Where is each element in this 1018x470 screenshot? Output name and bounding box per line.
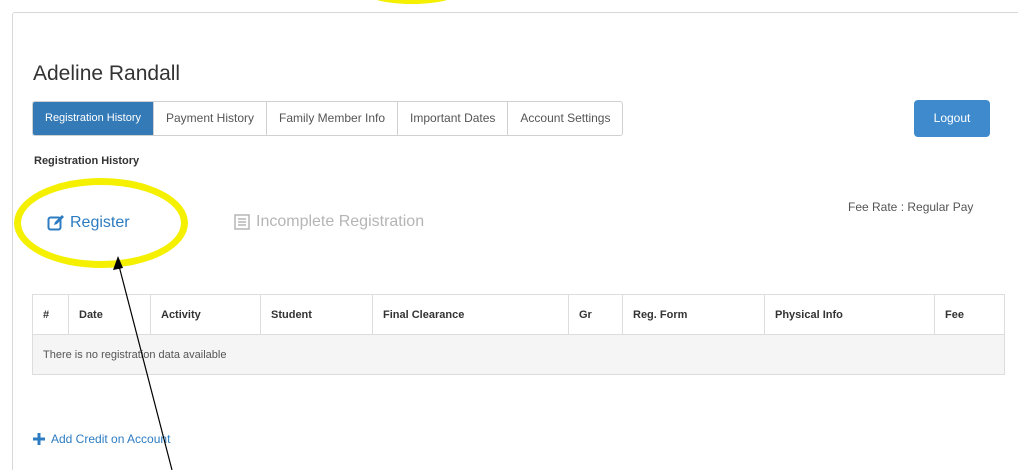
incomplete-registration-label: Incomplete Registration xyxy=(256,213,425,230)
col-number: # xyxy=(32,294,69,335)
col-final-clearance: Final Clearance xyxy=(372,294,569,335)
logout-button[interactable]: Logout xyxy=(914,100,990,137)
col-student: Student xyxy=(260,294,373,335)
table-row: There is no registration data available xyxy=(32,334,1005,375)
section-title: Registration History xyxy=(34,155,140,167)
add-credit-link[interactable]: Add Credit on Account xyxy=(33,432,170,446)
tab-account-settings[interactable]: Account Settings xyxy=(508,102,622,135)
tab-payment-history[interactable]: Payment History xyxy=(154,102,268,135)
col-activity: Activity xyxy=(150,294,261,335)
plus-icon xyxy=(33,433,45,445)
registration-table: # Date Activity Student Final Clearance … xyxy=(32,294,1005,375)
register-label: Register xyxy=(70,214,130,231)
col-fee: Fee xyxy=(934,294,1005,335)
tab-registration-history[interactable]: Registration History xyxy=(33,102,154,135)
empty-message: There is no registration data available xyxy=(32,334,1005,375)
fee-rate: Fee Rate : Regular Pay xyxy=(848,200,974,214)
tab-bar: Registration History Payment History Fam… xyxy=(32,101,624,136)
register-link[interactable]: Register xyxy=(47,214,130,232)
list-icon xyxy=(234,214,250,230)
incomplete-registration-link[interactable]: Incomplete Registration xyxy=(234,213,424,231)
col-physical-info: Physical Info xyxy=(764,294,935,335)
add-credit-label: Add Credit on Account xyxy=(51,432,171,446)
tab-important-dates[interactable]: Important Dates xyxy=(398,102,509,135)
user-name: Adeline Randall xyxy=(33,62,181,85)
col-reg-form: Reg. Form xyxy=(622,294,765,335)
table-header-row: # Date Activity Student Final Clearance … xyxy=(32,294,1005,335)
edit-icon xyxy=(47,215,64,231)
col-grade: Gr xyxy=(568,294,623,335)
top-highlight-circle xyxy=(360,0,464,4)
col-date: Date xyxy=(68,294,151,335)
tab-family-member-info[interactable]: Family Member Info xyxy=(267,102,399,135)
